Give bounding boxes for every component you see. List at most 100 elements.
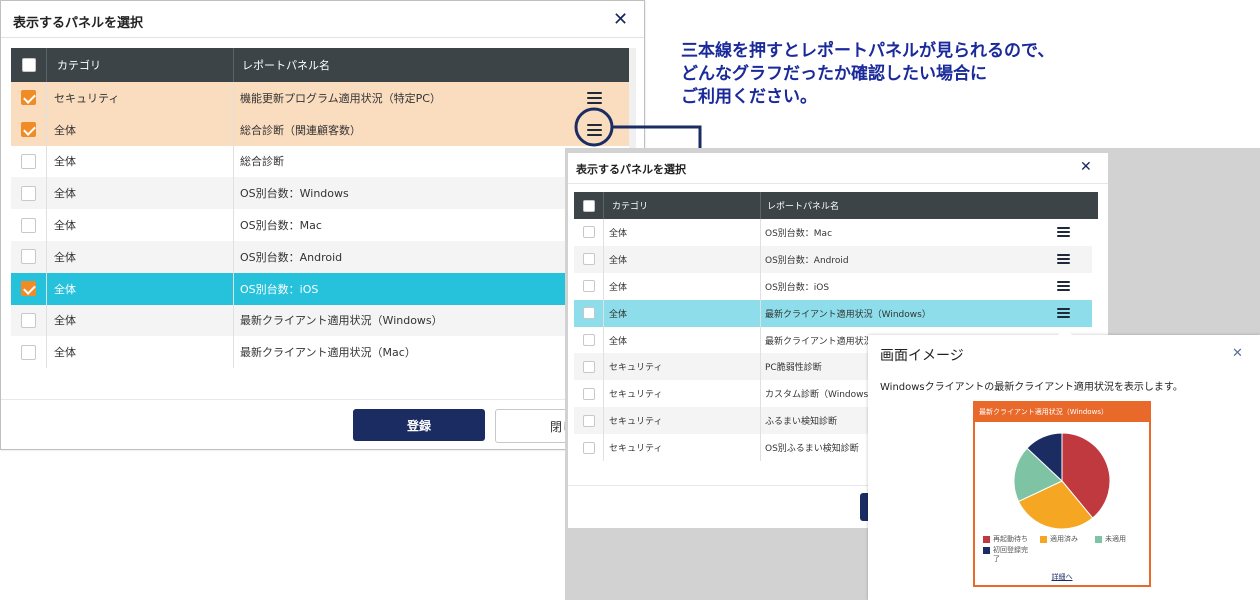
row-checkbox[interactable] bbox=[582, 307, 595, 320]
row-checkbox[interactable] bbox=[582, 280, 595, 293]
title-divider bbox=[1, 37, 644, 38]
highlight-circle bbox=[574, 107, 614, 147]
row-checkbox[interactable] bbox=[21, 153, 36, 169]
row-checkbox[interactable] bbox=[21, 90, 36, 106]
row-category: セキュリティ bbox=[604, 353, 761, 381]
row-checkbox[interactable] bbox=[21, 312, 36, 328]
footer-divider bbox=[1, 399, 644, 400]
table-row[interactable]: 全体 総合診断 bbox=[11, 145, 629, 178]
row-category: 全体 bbox=[47, 145, 234, 178]
legend-swatch bbox=[983, 546, 990, 554]
row-checkbox[interactable] bbox=[21, 249, 36, 265]
row-category: 全体 bbox=[604, 299, 761, 327]
header-category: カテゴリ bbox=[604, 192, 761, 219]
table-header: カテゴリ レポートパネル名 bbox=[574, 192, 1098, 219]
table-row[interactable]: 全体 OS別台数：iOS bbox=[574, 272, 1092, 300]
close-icon[interactable]: ✕ bbox=[613, 9, 628, 30]
row-checkbox[interactable] bbox=[582, 253, 595, 266]
row-category: 全体 bbox=[47, 240, 234, 273]
row-checkbox[interactable] bbox=[21, 185, 36, 201]
panel-select-dialog-1: 表示するパネルを選択 ✕ カテゴリ レポートパネル名 セキュリティ 機能更新プログ… bbox=[0, 0, 645, 450]
legend-label: 了 bbox=[993, 555, 1000, 563]
row-category: セキュリティ bbox=[604, 380, 761, 408]
row-panel-name: OS別台数：Android bbox=[765, 255, 849, 266]
pie-chart bbox=[1013, 432, 1111, 530]
select-all-checkbox[interactable] bbox=[21, 58, 36, 72]
row-checkbox[interactable] bbox=[582, 414, 595, 427]
chart-card: 最新クライアント適用状況（Windows） 再起動待ち 適用済み 未適用 初回登録完了… bbox=[973, 401, 1151, 587]
legend-item: 未適用 bbox=[1095, 534, 1126, 544]
row-category: 全体 bbox=[47, 336, 234, 369]
row-category: 全体 bbox=[604, 272, 761, 300]
row-category: 全体 bbox=[47, 113, 234, 146]
dialog-title: 表示するパネルを選択 bbox=[576, 163, 686, 176]
row-panel-name: OS別台数：Mac bbox=[765, 228, 833, 239]
table-row[interactable]: 全体 OS別台数：Windows bbox=[11, 177, 629, 210]
popup-pointer bbox=[1058, 328, 1072, 335]
row-category: 全体 bbox=[47, 304, 234, 337]
row-checkbox[interactable] bbox=[21, 122, 36, 138]
table-row[interactable]: 全体 OS別台数：Android bbox=[574, 245, 1092, 273]
row-panel-name: OS別台数：iOS bbox=[765, 282, 830, 293]
table-row[interactable]: 全体 OS別台数：Mac bbox=[574, 219, 1092, 246]
details-link[interactable]: 詳細へ bbox=[975, 572, 1149, 582]
row-category: 全体 bbox=[47, 177, 234, 210]
annotation-line-3: ご利用ください。 bbox=[681, 87, 817, 107]
table-row[interactable]: 全体 最新クライアント適用状況（Windows） bbox=[574, 299, 1092, 327]
row-panel-name: 機能更新プログラム適用状況（特定PC） bbox=[240, 91, 441, 105]
row-checkbox[interactable] bbox=[582, 360, 595, 373]
table-row[interactable]: 全体 最新クライアント適用状況（Windows） bbox=[11, 304, 629, 337]
row-category: セキュリティ bbox=[47, 82, 234, 114]
hamburger-menu-icon[interactable] bbox=[1057, 308, 1070, 319]
table-header: カテゴリ レポートパネル名 bbox=[11, 48, 636, 82]
table-row[interactable]: 全体 OS別台数：Android bbox=[11, 240, 629, 273]
preview-popup: 画面イメージ ✕ Windowsクライアントの最新クライアント適用状況を表示しま… bbox=[868, 328, 1260, 600]
row-panel-name: 総合診断（関連顧客数） bbox=[240, 123, 361, 137]
row-category: 全体 bbox=[604, 326, 761, 354]
preview-title: 画面イメージ bbox=[880, 348, 964, 364]
header-panel-name: レポートパネル名 bbox=[767, 202, 840, 212]
legend-swatch bbox=[983, 535, 990, 543]
hamburger-menu-icon[interactable] bbox=[1057, 254, 1070, 265]
hamburger-menu-icon[interactable] bbox=[1057, 281, 1070, 292]
close-icon[interactable]: ✕ bbox=[1080, 159, 1092, 175]
legend-swatch bbox=[1040, 535, 1047, 543]
row-checkbox[interactable] bbox=[21, 281, 36, 297]
legend-item: 了 bbox=[993, 554, 1000, 564]
annotation-line-2: どんなグラフだったか確認したい場合に bbox=[681, 64, 987, 84]
row-category: 全体 bbox=[604, 245, 761, 273]
row-checkbox[interactable] bbox=[582, 334, 595, 346]
row-checkbox[interactable] bbox=[21, 344, 36, 360]
chart-card-title: 最新クライアント適用状況（Windows） bbox=[975, 403, 1149, 422]
legend-item: 再起動待ち bbox=[983, 534, 1028, 544]
close-icon[interactable]: ✕ bbox=[1232, 346, 1243, 361]
legend-label: 未適用 bbox=[1105, 535, 1126, 543]
panel-list: セキュリティ 機能更新プログラム適用状況（特定PC） 全体 総合診断（関連顧客数） 全体… bbox=[11, 82, 629, 371]
select-all-checkbox[interactable] bbox=[582, 199, 595, 212]
legend-item: 適用済み bbox=[1040, 534, 1078, 544]
row-checkbox[interactable] bbox=[582, 441, 595, 454]
row-checkbox[interactable] bbox=[582, 387, 595, 400]
title-divider bbox=[568, 183, 1108, 184]
register-button[interactable]: 登録 bbox=[353, 409, 485, 441]
row-panel-name: 最新クライアント適用状況（Windows） bbox=[765, 309, 931, 320]
table-row[interactable]: 全体 OS別台数：iOS bbox=[11, 272, 629, 305]
legend-label: 再起動待ち bbox=[993, 535, 1028, 543]
row-category: 全体 bbox=[604, 219, 761, 246]
header-panel-name: レポートパネル名 bbox=[242, 59, 330, 72]
row-category: 全体 bbox=[47, 272, 234, 305]
header-category: カテゴリ bbox=[47, 48, 234, 82]
table-row[interactable]: 全体 総合診断（関連顧客数） bbox=[11, 113, 629, 146]
row-checkbox[interactable] bbox=[582, 226, 595, 239]
row-checkbox[interactable] bbox=[21, 217, 36, 233]
table-row[interactable]: 全体 OS別台数：Mac bbox=[11, 209, 629, 241]
preview-description: Windowsクライアントの最新クライアント適用状況を表示します。 bbox=[880, 382, 1183, 393]
annotation: 三本線を押すとレポートパネルが見られるので、 どんなグラフだったか確認したい場合… bbox=[681, 40, 1054, 109]
legend-swatch bbox=[1095, 535, 1102, 543]
row-category: セキュリティ bbox=[604, 407, 761, 435]
table-row[interactable]: 全体 最新クライアント適用状況（Mac） bbox=[11, 336, 629, 369]
annotation-line-1: 三本線を押すとレポートパネルが見られるので、 bbox=[681, 41, 1055, 61]
row-category: 全体 bbox=[47, 209, 234, 241]
table-row[interactable]: セキュリティ 機能更新プログラム適用状況（特定PC） bbox=[11, 82, 629, 114]
hamburger-menu-icon[interactable] bbox=[1057, 227, 1070, 238]
